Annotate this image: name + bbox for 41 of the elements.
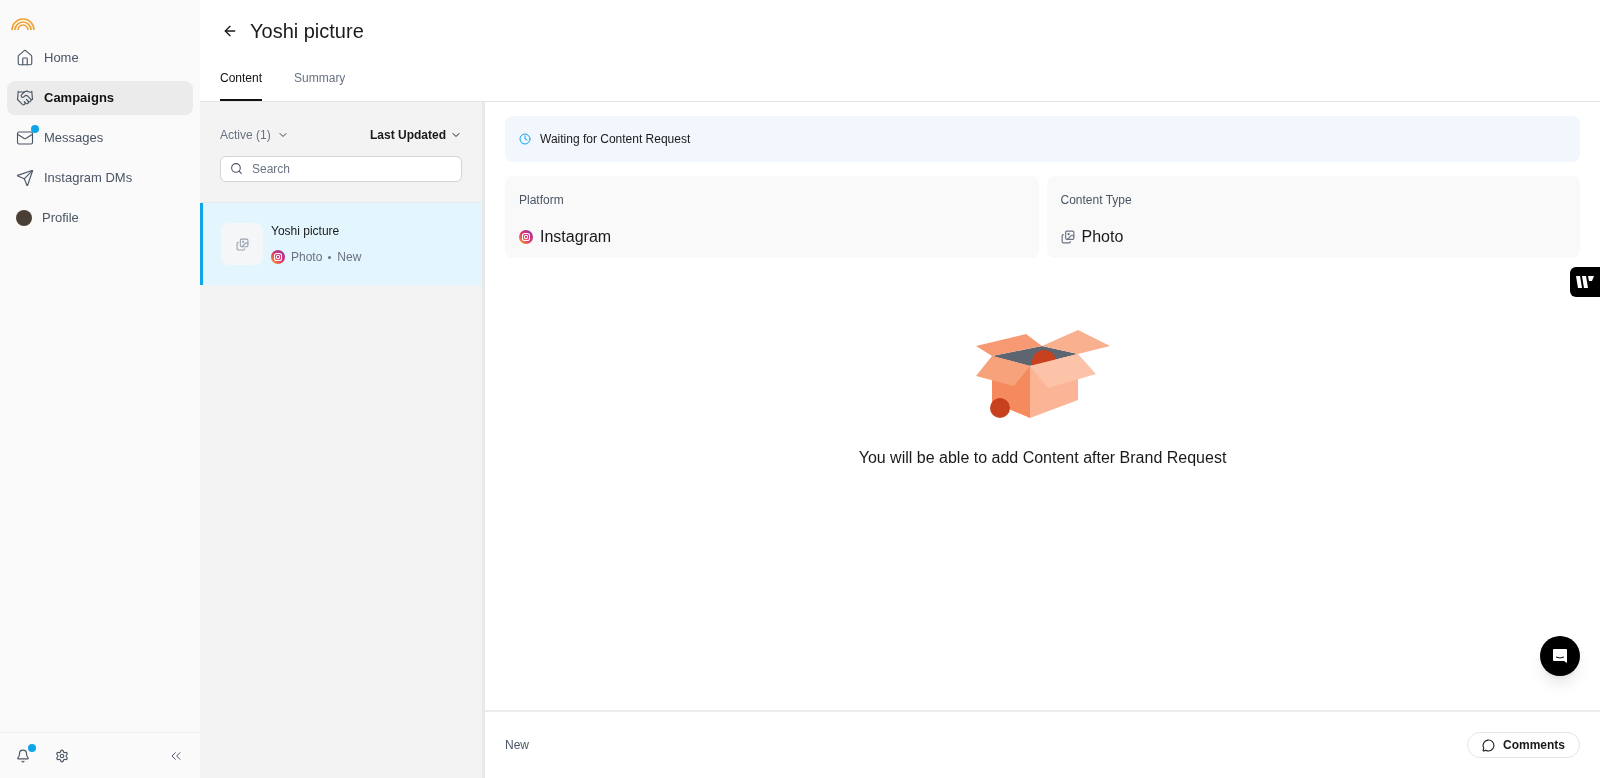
nav-item[interactable]: Messages (7, 121, 193, 155)
filter-dropdown[interactable]: Active (1) (220, 126, 289, 144)
avatar-icon (16, 210, 32, 226)
back-button[interactable] (222, 23, 238, 39)
item-title: Yoshi picture (271, 223, 341, 240)
banner-text: Waiting for Content Request (540, 131, 691, 148)
card-label: Platform (519, 192, 565, 209)
images-icon (1060, 230, 1075, 244)
settings-icon[interactable] (55, 748, 69, 763)
nav-item[interactable]: Profile (7, 201, 193, 235)
chat-button[interactable] (1540, 636, 1580, 676)
footer-status: New (505, 737, 529, 754)
list-item[interactable]: Yoshi picture Photo New (200, 203, 482, 285)
instagram-icon (519, 230, 533, 244)
search-field[interactable]: Search (220, 156, 462, 182)
home-icon (16, 49, 34, 67)
nav-item[interactable]: Instagram DMs (7, 161, 193, 195)
instagram-icon (271, 250, 285, 264)
sort-dropdown[interactable]: Last Updated (370, 126, 462, 144)
nav-item[interactable]: Campaigns (7, 81, 193, 115)
comment-icon (1482, 738, 1495, 752)
images-icon (235, 237, 249, 251)
item-type: Photo (291, 249, 323, 266)
page-title: Yoshi picture (250, 19, 364, 44)
search-icon (230, 162, 243, 175)
empty-message: You will be able to add Content after Brand Request (858, 448, 1227, 468)
handshake-icon (16, 89, 34, 107)
logo-icon (1576, 276, 1594, 288)
item-status: New (337, 249, 362, 266)
logo-icon (11, 18, 35, 31)
mail-icon (16, 129, 34, 147)
chat-icon (1551, 647, 1569, 665)
send-icon (16, 169, 34, 187)
tab[interactable]: Summary (294, 69, 346, 101)
card-label: Content Type (1060, 192, 1133, 209)
logo-tab[interactable] (1570, 267, 1600, 297)
bell-icon[interactable] (16, 748, 30, 763)
clock-icon (519, 133, 531, 145)
card-value: Photo (1081, 227, 1124, 247)
nav-item[interactable]: Home (7, 41, 193, 75)
card-value: Instagram (540, 227, 612, 247)
